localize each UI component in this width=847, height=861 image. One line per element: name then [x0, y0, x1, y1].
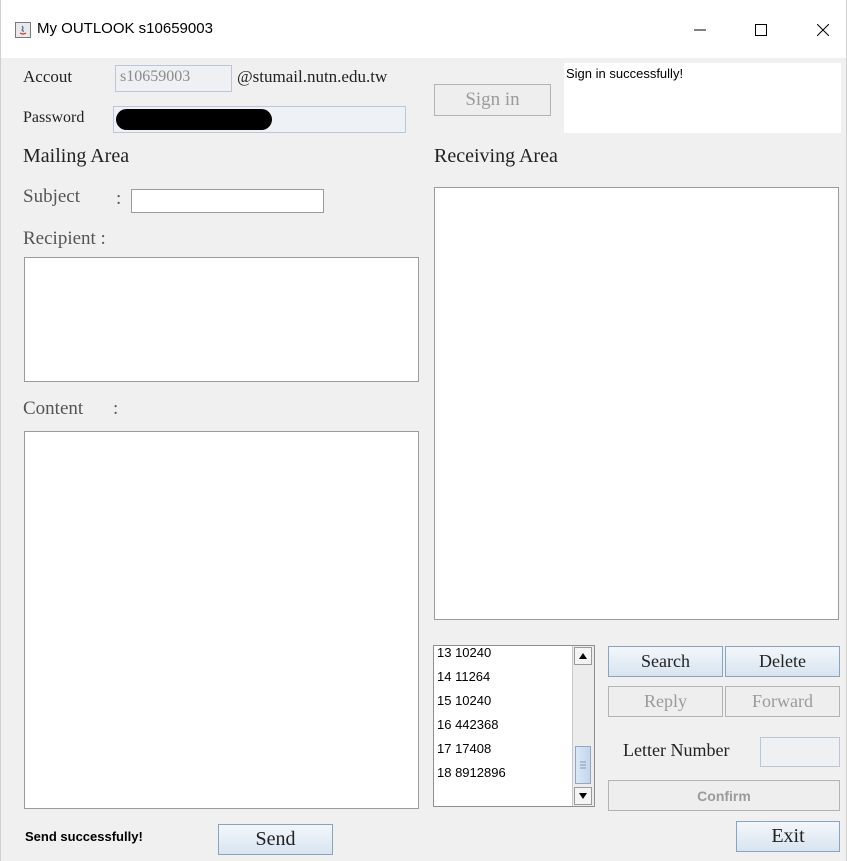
java-app-icon: [15, 22, 31, 38]
list-item[interactable]: 16 442368: [437, 713, 506, 737]
maximize-icon: [755, 24, 767, 36]
subject-colon: :: [116, 188, 122, 209]
maximize-button[interactable]: [738, 14, 784, 46]
list-item[interactable]: 18 8912896: [437, 761, 506, 785]
scroll-down-button[interactable]: [574, 787, 592, 805]
account-label: Accout: [23, 67, 73, 86]
receiving-area-heading: Receiving Area: [434, 145, 558, 167]
delete-button[interactable]: Delete: [725, 646, 840, 677]
arrow-down-icon: [579, 793, 587, 799]
list-item[interactable]: 14 11264: [437, 665, 506, 689]
scroll-up-button[interactable]: [574, 647, 592, 665]
grip-icon: [580, 761, 586, 769]
receiving-content-area[interactable]: [434, 187, 839, 620]
account-input[interactable]: s10659003: [115, 65, 232, 92]
arrow-up-icon: [579, 653, 587, 659]
search-button[interactable]: Search: [608, 646, 723, 677]
letter-list-items: 13 10240 14 11264 15 10240 16 442368 17 …: [437, 646, 506, 785]
letter-number-label: Letter Number: [623, 740, 730, 760]
letter-list[interactable]: 13 10240 14 11264 15 10240 16 442368 17 …: [433, 645, 595, 807]
subject-label: Subject: [23, 186, 80, 207]
content-label: Content: [23, 398, 84, 419]
scroll-thumb[interactable]: [575, 746, 591, 784]
send-status-text: Send successfully!: [25, 829, 143, 844]
list-item[interactable]: 13 10240: [437, 646, 506, 665]
close-button[interactable]: [800, 14, 846, 46]
exit-button[interactable]: Exit: [736, 821, 840, 852]
mailing-area-heading: Mailing Area: [23, 145, 130, 167]
list-item[interactable]: 15 10240: [437, 689, 506, 713]
minimize-icon: [694, 29, 706, 31]
letter-list-scrollbar[interactable]: [572, 646, 594, 806]
domain-label: @stumail.nutn.edu.tw: [237, 67, 388, 86]
password-label: Password: [23, 109, 85, 126]
content-textarea[interactable]: [24, 431, 419, 809]
title-bar[interactable]: My OUTLOOK s10659003: [1, 0, 846, 58]
forward-button[interactable]: Forward: [725, 686, 840, 717]
letter-number-input[interactable]: [760, 737, 840, 767]
window-title: My OUTLOOK s10659003: [37, 20, 213, 37]
sign-in-status-area: Sign in successfully!: [564, 63, 841, 133]
content-colon: :: [113, 398, 119, 419]
subject-input[interactable]: [131, 189, 324, 213]
recipient-textarea[interactable]: [24, 257, 419, 382]
password-field[interactable]: [113, 106, 406, 133]
app-window: My OUTLOOK s10659003 Accout s10659003 @s…: [0, 0, 847, 861]
recipient-label: Recipient :: [23, 228, 106, 249]
password-redaction: [116, 109, 272, 130]
minimize-button[interactable]: [677, 14, 723, 46]
sign-in-status-text: Sign in successfully!: [566, 66, 684, 81]
close-icon: [817, 24, 829, 36]
sign-in-button[interactable]: Sign in: [434, 84, 551, 116]
reply-button[interactable]: Reply: [608, 686, 723, 717]
confirm-button[interactable]: Confirm: [608, 780, 840, 811]
send-button[interactable]: Send: [218, 824, 333, 855]
list-item[interactable]: 17 17408: [437, 737, 506, 761]
